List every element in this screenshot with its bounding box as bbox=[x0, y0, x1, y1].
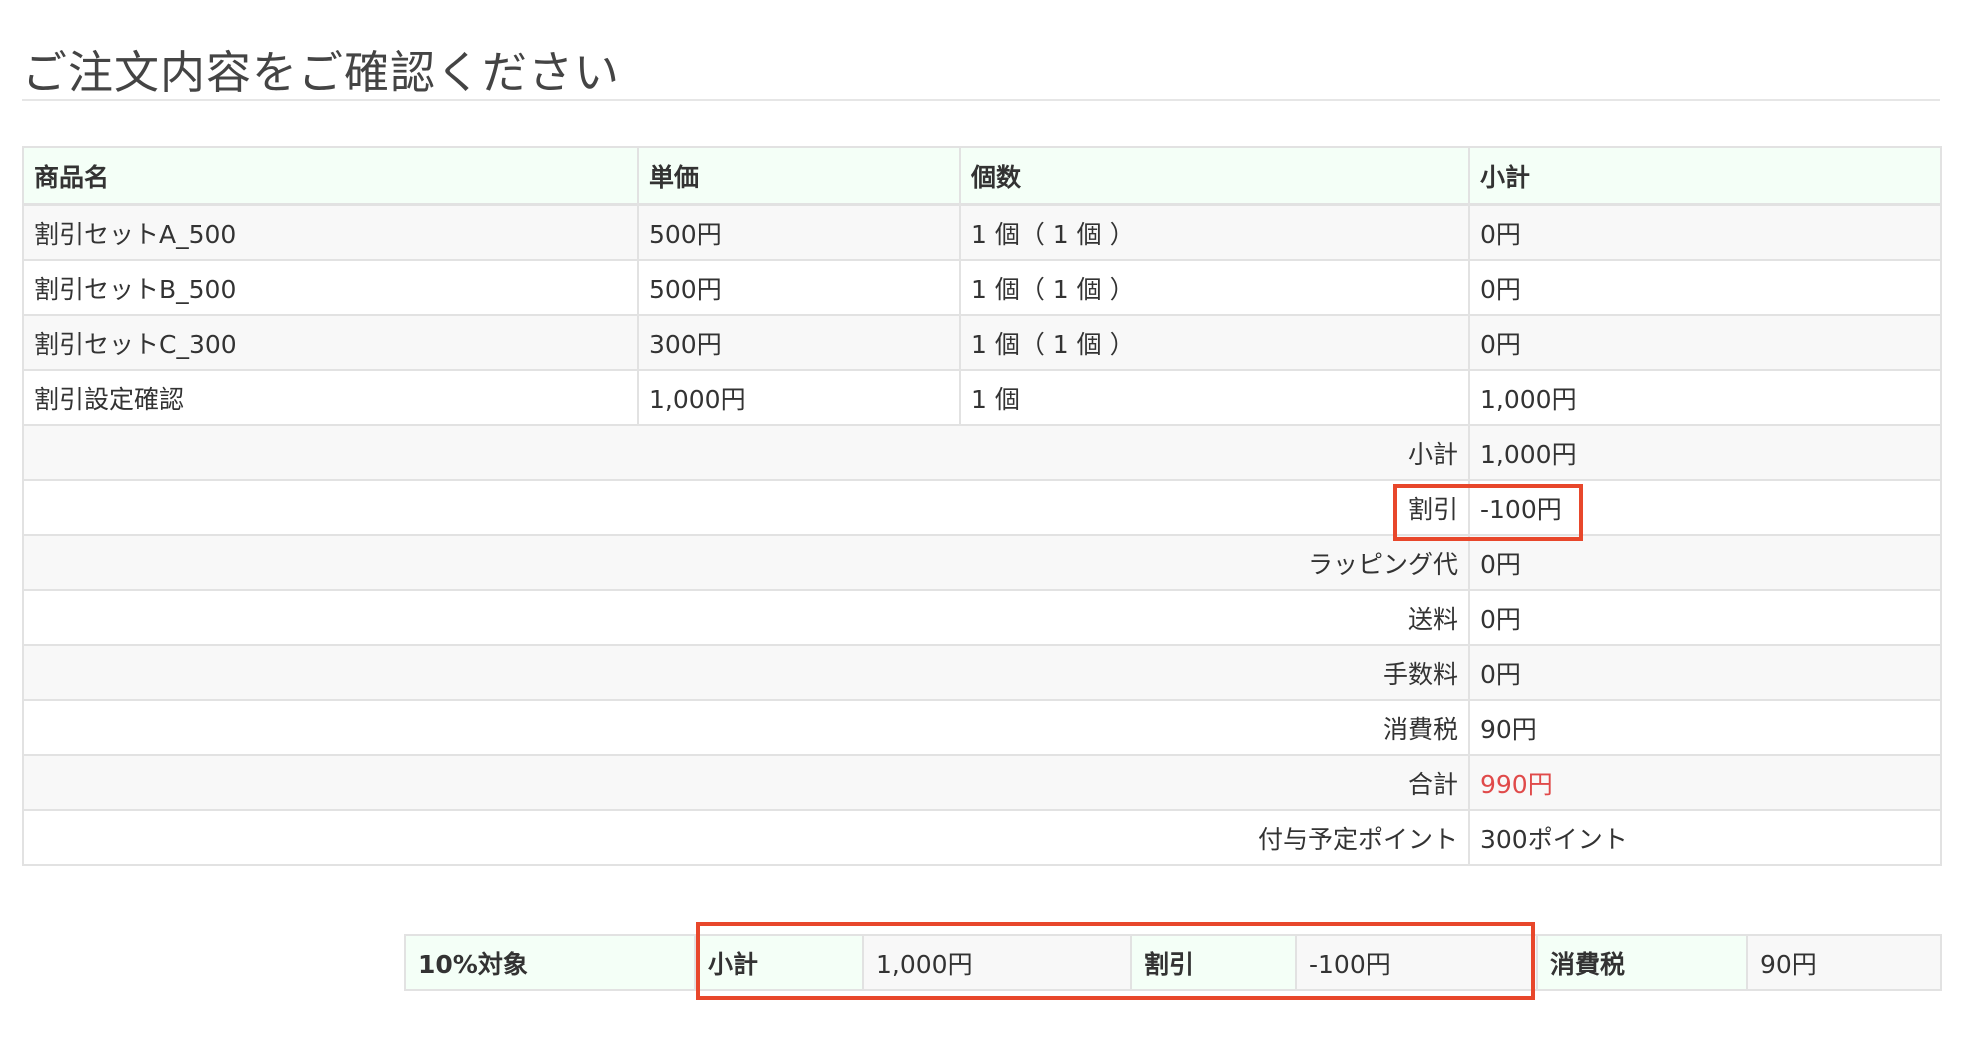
quantity: 1 個（ 1 個 ） bbox=[959, 314, 1470, 371]
quantity: 1 個（ 1 個 ） bbox=[959, 203, 1470, 261]
tax-subtotal-value: 1,000円 bbox=[862, 934, 1132, 991]
unit-price: 500円 bbox=[637, 259, 961, 316]
row-subtotal: 0円 bbox=[1468, 259, 1942, 316]
tax-tax-value: 90円 bbox=[1746, 934, 1942, 991]
total-value: 990円 bbox=[1468, 754, 1942, 811]
unit-price: 500円 bbox=[637, 203, 961, 261]
summary-label: ラッピング代 bbox=[22, 534, 1470, 591]
summary-label: 合計 bbox=[22, 754, 1470, 811]
summary-label: 小計 bbox=[22, 424, 1470, 481]
unit-price: 300円 bbox=[637, 314, 961, 371]
tax-category: 10%対象 bbox=[404, 934, 696, 991]
header-quantity: 個数 bbox=[959, 146, 1470, 206]
summary-value: 300ポイント bbox=[1468, 809, 1942, 866]
page-title: ご注文内容をご確認ください bbox=[22, 46, 621, 99]
summary-value: 0円 bbox=[1468, 534, 1942, 591]
product-name: 割引セットC_300 bbox=[22, 314, 639, 371]
summary-value: 90円 bbox=[1468, 699, 1942, 756]
tax-discount-label: 割引 bbox=[1130, 934, 1297, 991]
quantity: 1 個（ 1 個 ） bbox=[959, 259, 1470, 316]
unit-price: 1,000円 bbox=[637, 369, 961, 426]
summary-label: 送料 bbox=[22, 589, 1470, 646]
summary-label: 割引 bbox=[22, 479, 1470, 536]
table-row: 割引設定確認 1,000円 1 個 1,000円 bbox=[22, 369, 1942, 426]
tax-subtotal-label: 小計 bbox=[694, 934, 864, 991]
summary-row-total: 合計 990円 bbox=[22, 754, 1942, 811]
table-header-row: 商品名 単価 個数 小計 bbox=[22, 146, 1942, 206]
summary-value: 1,000円 bbox=[1468, 424, 1942, 481]
title-divider bbox=[22, 99, 1940, 101]
order-summary-table: 商品名 単価 個数 小計 割引セットA_500 500円 1 個（ 1 個 ） … bbox=[22, 146, 1942, 866]
table-row: 割引セットC_300 300円 1 個（ 1 個 ） 0円 bbox=[22, 314, 1942, 371]
quantity: 1 個 bbox=[959, 369, 1470, 426]
header-unit-price: 単価 bbox=[637, 146, 961, 206]
summary-label: 消費税 bbox=[22, 699, 1470, 756]
summary-row-subtotal: 小計 1,000円 bbox=[22, 424, 1942, 481]
summary-row-discount: 割引 -100円 bbox=[22, 479, 1942, 536]
product-name: 割引セットA_500 bbox=[22, 203, 639, 261]
row-subtotal: 1,000円 bbox=[1468, 369, 1942, 426]
table-row: 割引セットA_500 500円 1 個（ 1 個 ） 0円 bbox=[22, 203, 1942, 261]
tax-breakdown-table: 10%対象 小計 1,000円 割引 -100円 消費税 90円 bbox=[404, 934, 1942, 991]
summary-value: -100円 bbox=[1468, 479, 1942, 536]
summary-row-points: 付与予定ポイント 300ポイント bbox=[22, 809, 1942, 866]
tax-tax-label: 消費税 bbox=[1536, 934, 1748, 991]
header-subtotal: 小計 bbox=[1468, 146, 1942, 206]
tax-discount-value: -100円 bbox=[1295, 934, 1538, 991]
header-product: 商品名 bbox=[22, 146, 639, 206]
row-subtotal: 0円 bbox=[1468, 203, 1942, 261]
summary-row-tax: 消費税 90円 bbox=[22, 699, 1942, 756]
summary-label: 手数料 bbox=[22, 644, 1470, 701]
product-name: 割引設定確認 bbox=[22, 369, 639, 426]
summary-row-wrapping: ラッピング代 0円 bbox=[22, 534, 1942, 591]
tax-row: 10%対象 小計 1,000円 割引 -100円 消費税 90円 bbox=[404, 934, 1942, 991]
row-subtotal: 0円 bbox=[1468, 314, 1942, 371]
summary-value: 0円 bbox=[1468, 644, 1942, 701]
summary-row-fee: 手数料 0円 bbox=[22, 644, 1942, 701]
summary-label: 付与予定ポイント bbox=[22, 809, 1470, 866]
table-row: 割引セットB_500 500円 1 個（ 1 個 ） 0円 bbox=[22, 259, 1942, 316]
summary-value: 0円 bbox=[1468, 589, 1942, 646]
summary-row-shipping: 送料 0円 bbox=[22, 589, 1942, 646]
product-name: 割引セットB_500 bbox=[22, 259, 639, 316]
